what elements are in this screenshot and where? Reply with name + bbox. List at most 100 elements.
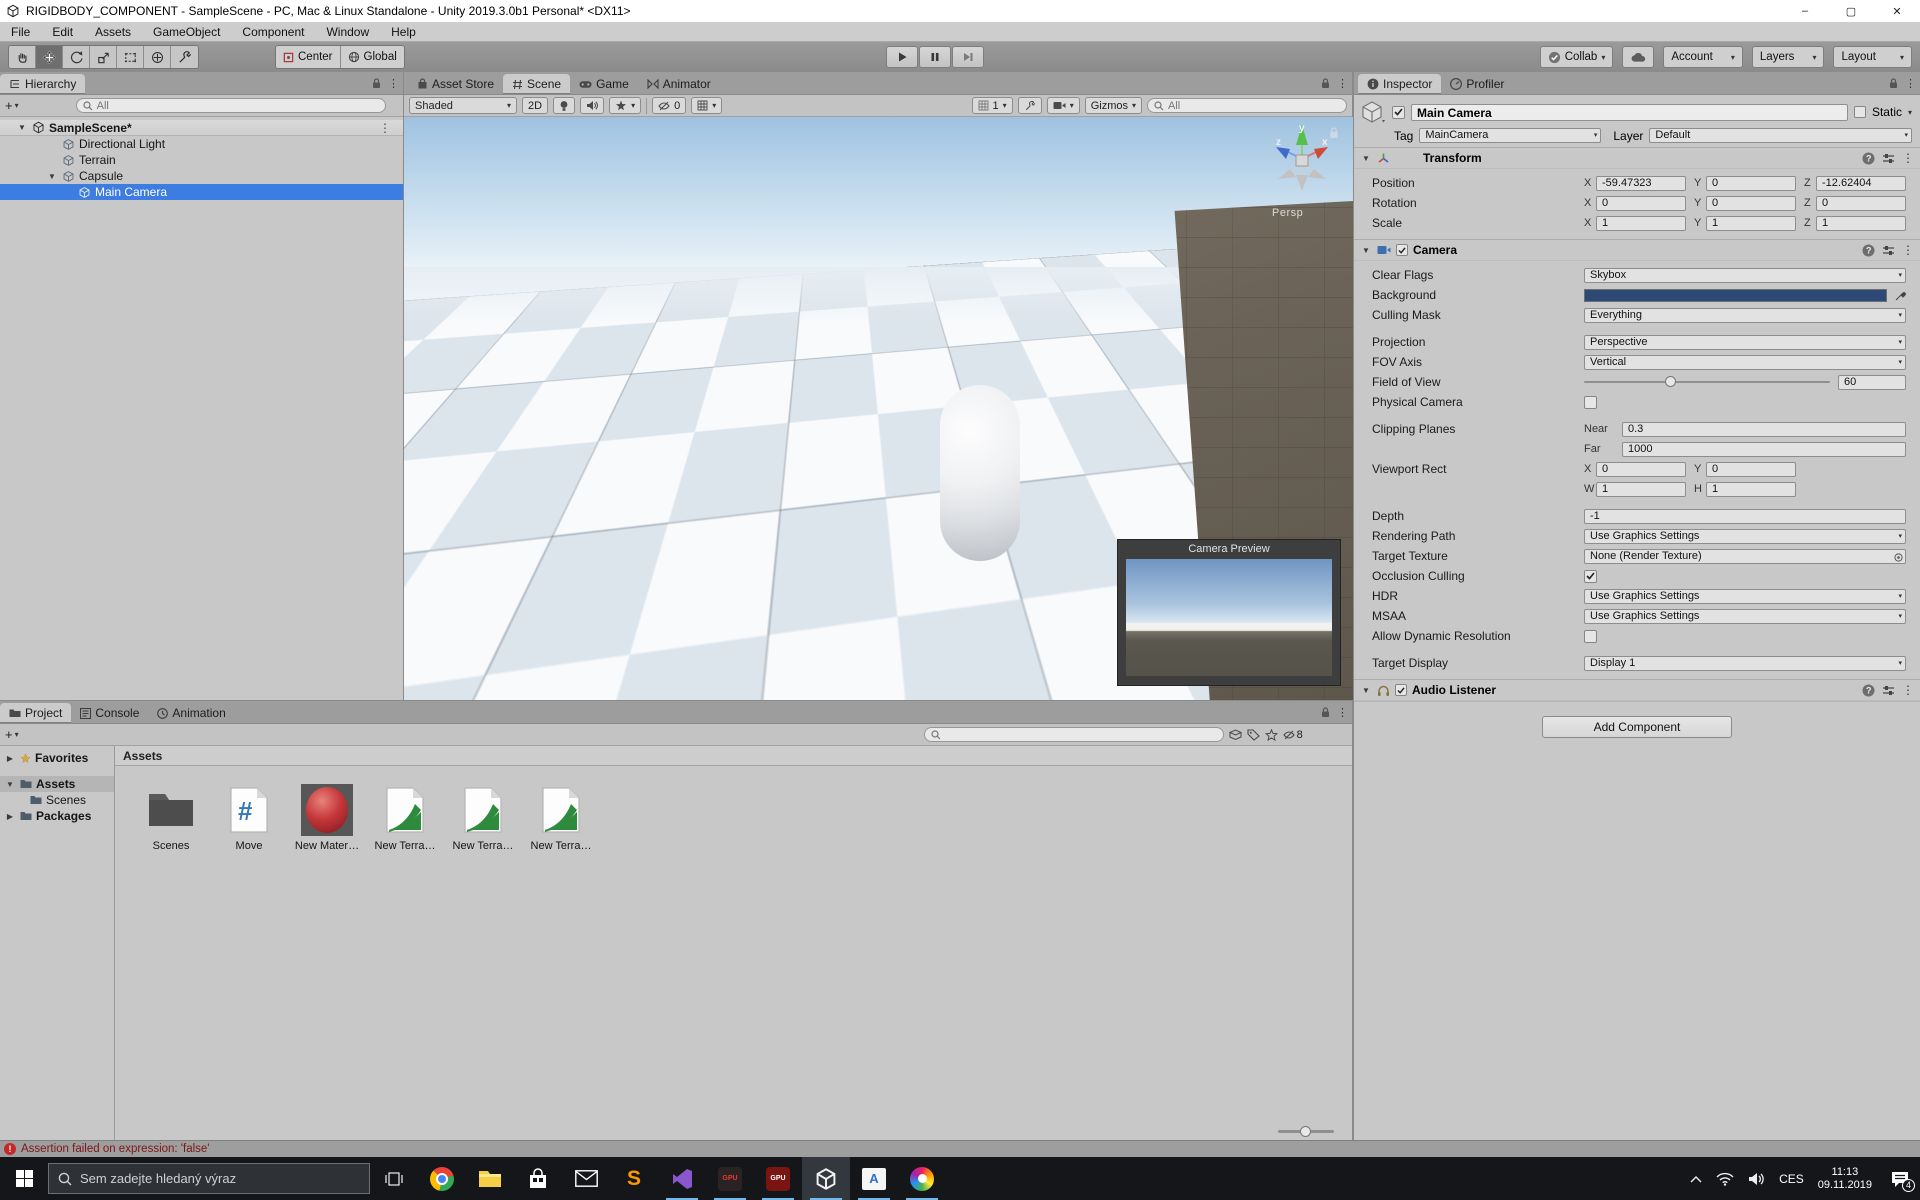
- keyboard-language[interactable]: CES: [1779, 1172, 1804, 1186]
- lock-icon[interactable]: [1889, 78, 1898, 89]
- hierarchy-row-scene[interactable]: ▼ SampleScene* ⋮: [0, 120, 403, 136]
- taskbar-icon-store[interactable]: [514, 1157, 562, 1200]
- capsule-object[interactable]: [940, 385, 1020, 561]
- layers-dropdown[interactable]: Layers ▾: [1751, 46, 1825, 68]
- background-color-swatch[interactable]: [1584, 288, 1887, 302]
- asset-scenes-folder[interactable]: Scenes: [139, 784, 203, 852]
- taskbar-search-input[interactable]: Sem zadejte hledaný výraz: [48, 1163, 370, 1194]
- hdr-dropdown[interactable]: Use Graphics Settings ▾: [1584, 588, 1906, 604]
- presets-icon[interactable]: [1882, 153, 1895, 164]
- clipping-far-field[interactable]: 1000: [1622, 441, 1906, 457]
- layout-dropdown[interactable]: Layout ▾: [1833, 46, 1912, 68]
- account-dropdown[interactable]: Account ▾: [1663, 46, 1743, 68]
- notification-center-button[interactable]: 4: [1890, 1170, 1915, 1192]
- scale-x-field[interactable]: 1: [1596, 215, 1686, 231]
- gameobject-cube-icon[interactable]: [1360, 100, 1386, 124]
- field-of-view-slider[interactable]: [1584, 376, 1830, 387]
- taskbar-icon-file-explorer[interactable]: [466, 1157, 514, 1200]
- taskbar-icon-visual-studio[interactable]: [658, 1157, 706, 1200]
- static-flags-dropdown-icon[interactable]: ▾: [1908, 108, 1912, 117]
- target-texture-field[interactable]: None (Render Texture): [1584, 548, 1906, 564]
- asset-new-material[interactable]: New Mater…: [295, 784, 359, 852]
- menu-file[interactable]: File: [0, 22, 41, 42]
- scale-y-field[interactable]: 1: [1706, 215, 1796, 231]
- lock-icon[interactable]: [1321, 707, 1330, 718]
- tree-item-favorites[interactable]: ▶ Favorites: [0, 750, 114, 766]
- layer-dropdown[interactable]: Default ▾: [1649, 128, 1912, 143]
- viewport-w-field[interactable]: 1: [1596, 481, 1686, 497]
- component-menu-icon[interactable]: ⋮: [1902, 243, 1914, 257]
- clipping-near-field[interactable]: 0.3: [1622, 421, 1906, 437]
- close-icon[interactable]: ✕: [1874, 0, 1920, 22]
- panel-menu-icon[interactable]: ⋮: [1337, 706, 1348, 719]
- transform-section-header[interactable]: ▼ Transform ? ⋮: [1354, 147, 1920, 169]
- minimize-icon[interactable]: –: [1782, 0, 1828, 22]
- taskbar-icon-paint-3d[interactable]: [898, 1157, 946, 1200]
- lock-icon[interactable]: [1321, 78, 1330, 89]
- task-view-button[interactable]: [370, 1157, 418, 1200]
- position-y-field[interactable]: 0: [1706, 175, 1796, 191]
- menu-component[interactable]: Component: [231, 22, 315, 42]
- taskbar-icon-chrome[interactable]: [418, 1157, 466, 1200]
- asset-new-terrain-2[interactable]: New Terra…: [451, 784, 515, 852]
- help-icon[interactable]: ?: [1862, 244, 1875, 257]
- icon-size-slider[interactable]: [1278, 1126, 1334, 1137]
- 2d-toggle[interactable]: 2D: [522, 97, 549, 114]
- pause-button[interactable]: [919, 46, 951, 68]
- tree-item-scenes[interactable]: Scenes: [0, 792, 114, 808]
- scene-search-input[interactable]: All: [1147, 98, 1347, 113]
- hidden-icons-chevron-icon[interactable]: [1690, 1175, 1702, 1183]
- msaa-dropdown[interactable]: Use Graphics Settings ▾: [1584, 608, 1906, 624]
- taskbar-icon-mail[interactable]: [562, 1157, 610, 1200]
- tab-console[interactable]: Console: [71, 703, 148, 723]
- maximize-icon[interactable]: ▢: [1828, 0, 1874, 22]
- hierarchy-row-capsule[interactable]: ▼ Capsule: [0, 168, 403, 184]
- component-menu-icon[interactable]: ⋮: [1902, 683, 1914, 697]
- taskbar-clock[interactable]: 11:13 09.11.2019: [1818, 1166, 1872, 1192]
- projection-mode-label[interactable]: Persp: [1272, 207, 1303, 219]
- create-object-button[interactable]: + ▾: [5, 98, 19, 113]
- rotate-tool-icon[interactable]: [63, 46, 90, 68]
- field-of-view-field[interactable]: 60: [1838, 374, 1906, 390]
- scene-lighting-toggle[interactable]: [553, 97, 576, 114]
- custom-tool-icon[interactable]: [171, 46, 198, 68]
- wifi-icon[interactable]: [1716, 1172, 1734, 1186]
- allow-dynamic-resolution-checkbox[interactable]: [1584, 629, 1597, 643]
- space-toggle[interactable]: Global: [340, 46, 404, 68]
- pivot-toggle[interactable]: Center: [276, 46, 341, 68]
- menu-assets[interactable]: Assets: [84, 22, 142, 42]
- save-search-icon[interactable]: [1264, 728, 1278, 741]
- create-asset-button[interactable]: + ▾: [5, 727, 19, 742]
- clear-flags-dropdown[interactable]: Skybox ▾: [1584, 267, 1906, 283]
- scale-z-field[interactable]: 1: [1816, 215, 1906, 231]
- viewport-h-field[interactable]: 1: [1706, 481, 1796, 497]
- position-x-field[interactable]: -59.47323: [1596, 175, 1686, 191]
- status-bar[interactable]: ! Assertion failed on expression: 'false…: [0, 1140, 1920, 1157]
- occlusion-culling-checkbox[interactable]: [1584, 569, 1597, 583]
- rotation-x-field[interactable]: 0: [1596, 195, 1686, 211]
- position-z-field[interactable]: -12.62404: [1816, 175, 1906, 191]
- taskbar-icon-gpu-tweak[interactable]: GPU: [706, 1157, 754, 1200]
- culling-mask-dropdown[interactable]: Everything ▾: [1584, 307, 1906, 323]
- audio-listener-section-header[interactable]: ▼ Audio Listener ? ⋮: [1354, 679, 1920, 701]
- shading-mode-dropdown[interactable]: Shaded ▾: [409, 97, 517, 114]
- active-checkbox[interactable]: [1392, 105, 1405, 119]
- add-component-button[interactable]: Add Component: [1542, 716, 1732, 738]
- rotation-y-field[interactable]: 0: [1706, 195, 1796, 211]
- tab-game[interactable]: Game: [570, 74, 638, 94]
- lock-icon[interactable]: [372, 78, 381, 89]
- object-name-field[interactable]: Main Camera: [1411, 103, 1848, 121]
- viewport-x-field[interactable]: 0: [1596, 461, 1686, 477]
- physical-camera-checkbox[interactable]: [1584, 395, 1597, 409]
- tree-item-packages[interactable]: ▶ Packages: [0, 808, 114, 824]
- viewport-y-field[interactable]: 0: [1706, 461, 1796, 477]
- hierarchy-search-input[interactable]: All: [75, 98, 386, 113]
- start-button[interactable]: [0, 1157, 48, 1200]
- scene-audio-toggle[interactable]: [580, 97, 605, 114]
- static-checkbox[interactable]: [1853, 106, 1866, 118]
- asset-new-terrain-1[interactable]: New Terra…: [373, 784, 437, 852]
- camera-enabled-checkbox[interactable]: [1396, 244, 1408, 256]
- panel-menu-icon[interactable]: ⋮: [388, 77, 399, 90]
- taskbar-icon-sublime-text[interactable]: S: [610, 1157, 658, 1200]
- grid-visibility-dropdown[interactable]: ▾: [691, 97, 723, 114]
